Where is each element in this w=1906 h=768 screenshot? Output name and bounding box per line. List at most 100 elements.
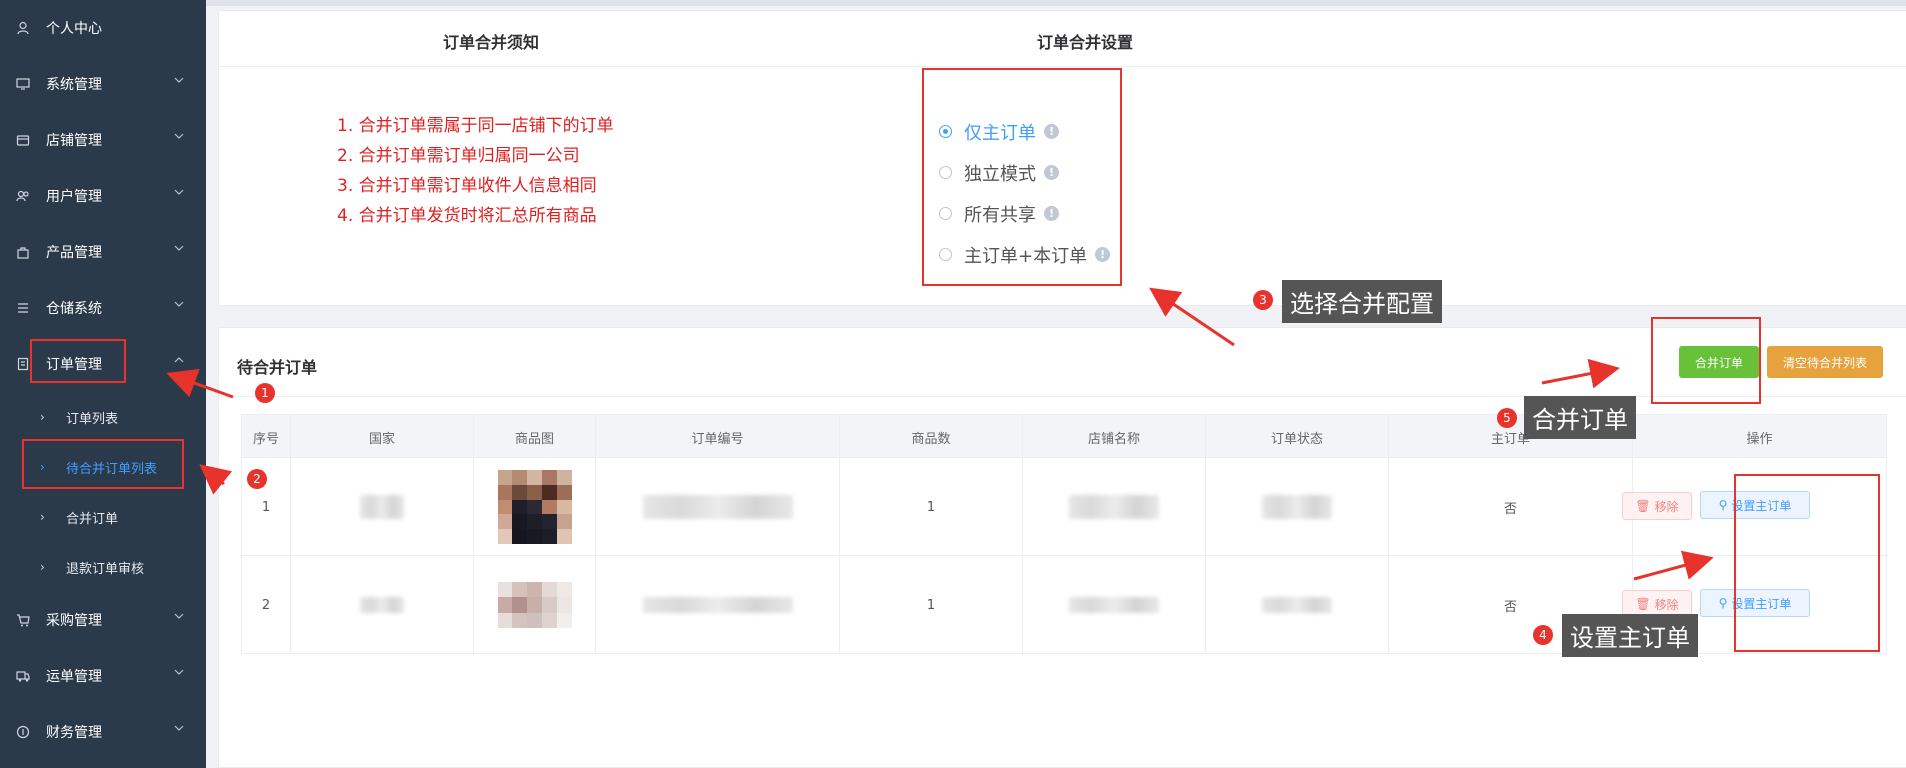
set-main-order-button[interactable]: ⚲ 设置主订单 bbox=[1700, 491, 1810, 519]
menu-item-orders[interactable]: 订单管理 bbox=[0, 336, 206, 392]
chevron-down-icon bbox=[174, 133, 184, 139]
chevron-down-icon bbox=[174, 613, 184, 619]
menu-label: 采购管理 bbox=[46, 613, 102, 629]
menu-label: 财务管理 bbox=[46, 725, 102, 741]
cell-country-redacted bbox=[291, 556, 474, 654]
chevron-down-icon bbox=[174, 301, 184, 307]
note-line: 3. 合并订单需订单收件人信息相同 bbox=[337, 176, 597, 196]
submenu-label: 订单列表 bbox=[66, 411, 119, 427]
cell-order-no-redacted bbox=[596, 458, 840, 556]
submenu-merge-orders[interactable]: › 合并订单 bbox=[0, 492, 206, 542]
menu-item-warehouse[interactable]: 仓储系统 bbox=[0, 280, 206, 336]
pending-title: 待合并订单 bbox=[237, 358, 318, 377]
pending-orders-card: 待合并订单 合并订单 清空待合并列表 序号 国家 商品图 订单编号 商品数 店铺… bbox=[218, 327, 1906, 768]
menu-label: 店铺管理 bbox=[46, 133, 102, 149]
set-main-order-button[interactable]: ⚲ 设置主订单 bbox=[1700, 589, 1810, 617]
radio-dot[interactable] bbox=[939, 207, 952, 220]
menu-item-finance[interactable]: 财务管理 bbox=[0, 704, 206, 760]
sidebar: 个人中心 系统管理 店铺管理 用户管理 产品管理 仓储系统 订单管理 › 订单列… bbox=[0, 0, 206, 768]
remove-label: 移除 bbox=[1654, 499, 1679, 514]
menu-item-purchase[interactable]: 采购管理 bbox=[0, 592, 206, 648]
info-icon[interactable]: ! bbox=[1044, 124, 1059, 139]
radio-dot[interactable] bbox=[939, 248, 952, 261]
radio-label: 所有共享 bbox=[964, 204, 1036, 226]
col-shop: 店铺名称 bbox=[1023, 415, 1206, 459]
menu-item-users[interactable]: 用户管理 bbox=[0, 168, 206, 224]
info-icon[interactable]: ! bbox=[1044, 165, 1059, 180]
list-icon bbox=[16, 301, 30, 315]
remove-label: 移除 bbox=[1654, 597, 1679, 612]
set-main-label: 设置主订单 bbox=[1731, 596, 1792, 611]
col-index: 序号 bbox=[242, 415, 291, 459]
settings-title: 订单合并设置 bbox=[1037, 33, 1134, 52]
divider bbox=[219, 396, 1906, 397]
merge-notes: 1. 合并订单需属于同一店铺下的订单 2. 合并订单需订单归属同一公司 3. 合… bbox=[337, 111, 614, 231]
set-main-label: 设置主订单 bbox=[1731, 498, 1792, 513]
col-count: 商品数 bbox=[840, 415, 1023, 459]
note-line: 1. 合并订单需属于同一店铺下的订单 bbox=[337, 116, 614, 136]
clear-pending-button[interactable]: 清空待合并列表 bbox=[1767, 346, 1883, 378]
radio-main-plus-self[interactable]: 主订单+本订单 ! bbox=[939, 234, 1111, 275]
cell-shop-redacted bbox=[1023, 556, 1206, 654]
remove-button[interactable]: 🗑 移除 bbox=[1622, 590, 1692, 618]
note-line: 4. 合并订单发货时将汇总所有商品 bbox=[337, 206, 597, 226]
menu-label: 用户管理 bbox=[46, 189, 102, 205]
menu-item-shop[interactable]: 店铺管理 bbox=[0, 112, 206, 168]
bag-icon bbox=[16, 245, 30, 259]
main-content: 订单合并须知 订单合并设置 1. 合并订单需属于同一店铺下的订单 2. 合并订单… bbox=[206, 0, 1906, 768]
menu-label: 系统管理 bbox=[46, 77, 102, 93]
merge-settings-card: 订单合并须知 订单合并设置 1. 合并订单需属于同一店铺下的订单 2. 合并订单… bbox=[218, 10, 1906, 306]
menu-label: 运单管理 bbox=[46, 669, 102, 685]
submenu-order-list[interactable]: › 订单列表 bbox=[0, 392, 206, 442]
coin-icon bbox=[16, 725, 30, 739]
cart-icon bbox=[16, 613, 30, 627]
col-main: 主订单 bbox=[1389, 415, 1633, 459]
remove-button[interactable]: 🗑 移除 bbox=[1622, 492, 1692, 520]
submenu-refund-review[interactable]: › 退款订单审核 bbox=[0, 542, 206, 592]
info-icon[interactable]: ! bbox=[1095, 247, 1111, 262]
table-header: 序号 国家 商品图 订单编号 商品数 店铺名称 订单状态 主订单 操作 bbox=[241, 414, 1887, 459]
card-header: 订单合并须知 订单合并设置 bbox=[219, 11, 1906, 67]
chevron-right-icon: › bbox=[40, 560, 45, 574]
shop-icon bbox=[16, 133, 30, 147]
chevron-right-icon: › bbox=[40, 510, 45, 524]
radio-dot[interactable] bbox=[939, 166, 952, 179]
radio-dot[interactable] bbox=[939, 125, 952, 138]
menu-item-products[interactable]: 产品管理 bbox=[0, 224, 206, 280]
chevron-down-icon bbox=[174, 725, 184, 731]
col-order-no: 订单编号 bbox=[596, 415, 840, 459]
merge-mode-radio-group: 仅主订单 ! 独立模式 ! 所有共享 ! 主订单+本订单 ! bbox=[939, 111, 1111, 275]
submenu-pending-merge[interactable]: › 待合并订单列表 bbox=[0, 442, 206, 492]
menu-item-system[interactable]: 系统管理 bbox=[0, 56, 206, 112]
cell-product-image bbox=[474, 458, 596, 556]
chevron-down-icon bbox=[174, 77, 184, 83]
monitor-icon bbox=[16, 77, 30, 91]
submenu-label: 合并订单 bbox=[66, 511, 119, 527]
cell-order-no-redacted bbox=[596, 556, 840, 654]
radio-independent[interactable]: 独立模式 ! bbox=[939, 152, 1110, 193]
radio-label: 独立模式 bbox=[964, 163, 1036, 185]
chevron-down-icon bbox=[174, 189, 184, 195]
radio-main-only[interactable]: 仅主订单 ! bbox=[939, 111, 1110, 152]
radio-all-shared[interactable]: 所有共享 ! bbox=[939, 193, 1110, 234]
chevron-right-icon: › bbox=[40, 410, 45, 424]
chevron-up-icon bbox=[174, 357, 184, 363]
notes-title: 订单合并须知 bbox=[443, 33, 540, 52]
menu-label: 产品管理 bbox=[46, 245, 102, 261]
col-actions: 操作 bbox=[1746, 431, 1773, 447]
col-image: 商品图 bbox=[474, 415, 596, 459]
cell-count: 1 bbox=[840, 556, 1023, 654]
cell-count: 1 bbox=[840, 458, 1023, 556]
menu-item-waybill[interactable]: 运单管理 bbox=[0, 648, 206, 704]
radio-label: 仅主订单 bbox=[964, 122, 1036, 144]
truck-icon bbox=[16, 669, 30, 683]
product-thumbnail bbox=[497, 470, 572, 544]
user-icon bbox=[16, 21, 30, 35]
product-thumbnail bbox=[497, 582, 572, 628]
menu-item-profile[interactable]: 个人中心 bbox=[0, 0, 206, 56]
menu-label: 仓储系统 bbox=[46, 301, 102, 317]
chevron-down-icon bbox=[174, 245, 184, 251]
merge-orders-button[interactable]: 合并订单 bbox=[1679, 346, 1759, 378]
chevron-down-icon bbox=[174, 669, 184, 675]
info-icon[interactable]: ! bbox=[1044, 206, 1059, 221]
